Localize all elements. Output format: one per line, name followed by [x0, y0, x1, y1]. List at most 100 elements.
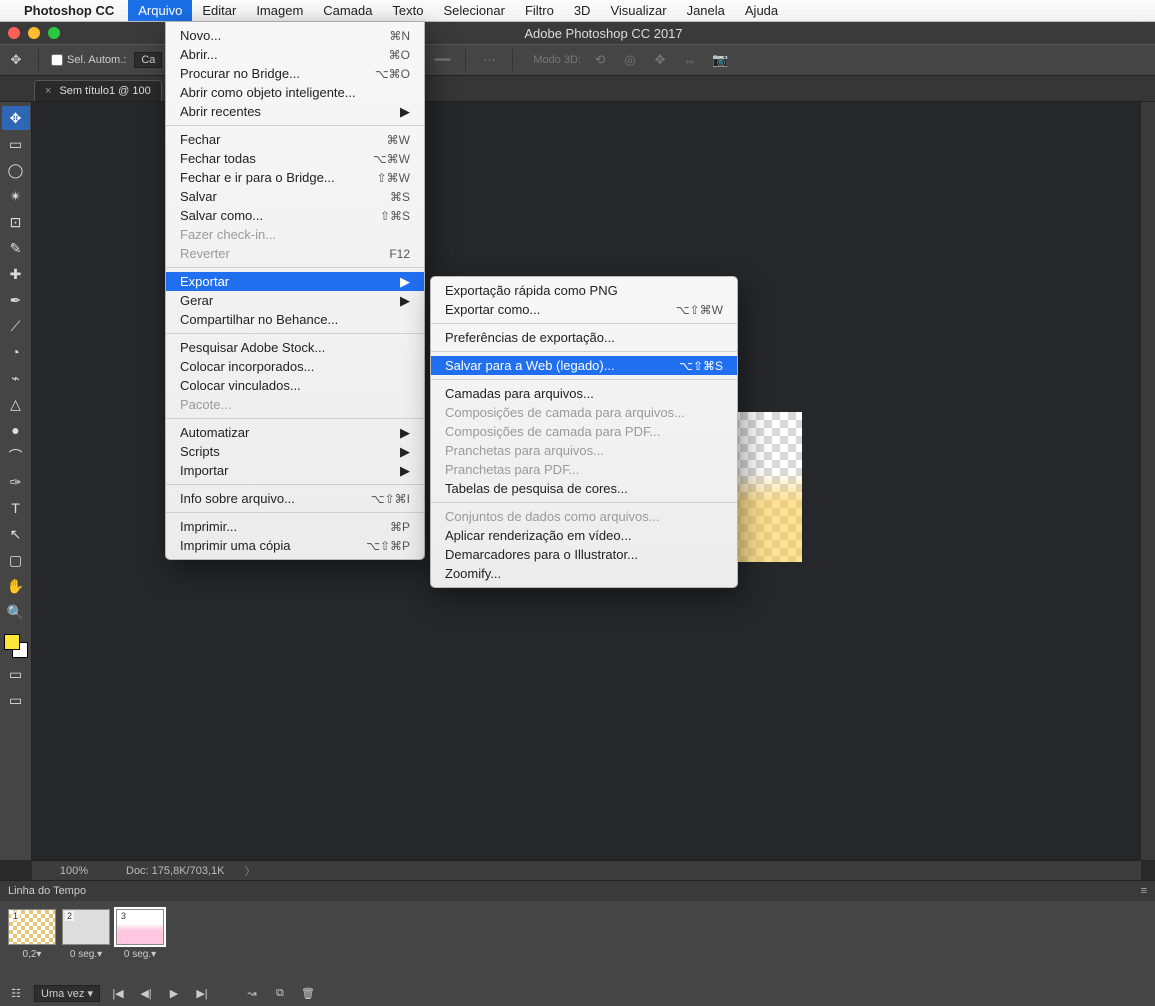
tween-button[interactable]: ↝ [242, 987, 262, 1000]
menu-item[interactable]: Novo...⌘N [166, 26, 424, 45]
menubar-item-selecionar[interactable]: Selecionar [434, 0, 515, 21]
tool-2[interactable]: ◯ [2, 158, 30, 182]
menu-item[interactable]: Imprimir uma cópia⌥⇧⌘P [166, 536, 424, 555]
menu-item[interactable]: Abrir como objeto inteligente... [166, 83, 424, 102]
color-swatches[interactable] [2, 632, 30, 660]
minimize-window-icon[interactable] [28, 27, 40, 39]
duplicate-frame-button[interactable]: ⧉ [270, 987, 290, 1000]
play-button[interactable]: ▶ [164, 987, 184, 1000]
menubar-item-editar[interactable]: Editar [192, 0, 246, 21]
menu-item[interactable]: Compartilhar no Behance... [166, 310, 424, 329]
menu-item[interactable]: Exportação rápida como PNG [431, 281, 737, 300]
tool-0[interactable]: ✥ [2, 106, 30, 130]
frame-delay[interactable]: 0 seg.▾ [116, 949, 164, 960]
prev-frame-button[interactable]: ◀| [136, 987, 156, 1000]
close-window-icon[interactable] [8, 27, 20, 39]
3d-slide-icon[interactable]: ⇔ [679, 49, 701, 71]
tool-3[interactable]: ✴ [2, 184, 30, 208]
next-frame-button[interactable]: ▶| [192, 987, 212, 1000]
loop-select[interactable]: Uma vez ▾ [34, 985, 100, 1002]
tool-16[interactable]: ↖ [2, 522, 30, 546]
menubar-item-janela[interactable]: Janela [677, 0, 735, 21]
zoom-level[interactable]: 100% [42, 865, 106, 877]
tool-5[interactable]: ✎ [2, 236, 30, 260]
app-name[interactable]: Photoshop CC [24, 3, 114, 18]
tool-17[interactable]: ▢ [2, 548, 30, 572]
tool-7[interactable]: ✒ [2, 288, 30, 312]
tool-6[interactable]: ✚ [2, 262, 30, 286]
tool-14[interactable]: ✑ [2, 470, 30, 494]
menu-item[interactable]: Importar▶ [166, 461, 424, 480]
menu-item[interactable]: Salvar como...⇧⌘S [166, 206, 424, 225]
menu-item[interactable]: Procurar no Bridge...⌥⌘O [166, 64, 424, 83]
menu-item[interactable]: Scripts▶ [166, 442, 424, 461]
menu-item[interactable]: Colocar incorporados... [166, 357, 424, 376]
timeline-frame[interactable]: 10,2▾ [8, 909, 56, 960]
menu-item[interactable]: Aplicar renderização em vídeo... [431, 526, 737, 545]
menubar-item-filtro[interactable]: Filtro [515, 0, 564, 21]
tool-12[interactable]: ● [2, 418, 30, 442]
menu-item[interactable]: Exportar▶ [166, 272, 424, 291]
menu-item[interactable]: Exportar como...⌥⇧⌘W [431, 300, 737, 319]
tool-13[interactable]: ⌒ [2, 444, 30, 468]
menubar-item-visualizar[interactable]: Visualizar [600, 0, 676, 21]
tool-11[interactable]: △ [2, 392, 30, 416]
menu-item[interactable]: Zoomify... [431, 564, 737, 583]
menubar-item-camada[interactable]: Camada [313, 0, 382, 21]
timeline-convert-icon[interactable]: ☷ [6, 987, 26, 1000]
timeline-frame[interactable]: 30 seg.▾ [116, 909, 164, 960]
first-frame-button[interactable]: |◀ [108, 987, 128, 1000]
menu-item[interactable]: Demarcadores para o Illustrator... [431, 545, 737, 564]
doc-size[interactable]: Doc: 175,8K/703,1K [126, 865, 224, 877]
tool-10[interactable]: ⌁ [2, 366, 30, 390]
tool-15[interactable]: T [2, 496, 30, 520]
status-caret-icon[interactable]: 〉 [244, 863, 255, 879]
align-more-icon[interactable]: ⋯ [478, 49, 500, 71]
close-tab-icon[interactable]: × [45, 85, 51, 97]
tool-9[interactable]: ◔ [2, 340, 30, 364]
menu-item[interactable]: Preferências de exportação... [431, 328, 737, 347]
menu-item[interactable]: Fechar todas⌥⌘W [166, 149, 424, 168]
frame-delay[interactable]: 0,2▾ [8, 949, 56, 960]
auto-select-checkbox[interactable]: Sel. Autom.: [51, 54, 126, 66]
panel-menu-icon[interactable]: ≡ [1141, 885, 1147, 897]
tool-8[interactable]: ⟋ [2, 314, 30, 338]
timeline-frame[interactable]: 20 seg.▾ [62, 909, 110, 960]
menu-item[interactable]: Gerar▶ [166, 291, 424, 310]
menubar-item-3d[interactable]: 3D [564, 0, 601, 21]
menu-item[interactable]: Colocar vinculados... [166, 376, 424, 395]
quick-mask-icon[interactable]: ▭ [2, 662, 30, 686]
menu-item[interactable]: Fechar e ir para o Bridge...⇧⌘W [166, 168, 424, 187]
right-panel-gutter[interactable] [1141, 102, 1155, 860]
menubar-item-ajuda[interactable]: Ajuda [735, 0, 788, 21]
foreground-color[interactable] [4, 634, 20, 650]
3d-camera-icon[interactable]: 📷 [709, 49, 731, 71]
3d-roll-icon[interactable]: ◎ [619, 49, 641, 71]
menu-item[interactable]: Fechar⌘W [166, 130, 424, 149]
document-tab[interactable]: × Sem título1 @ 100 [34, 80, 162, 101]
3d-pan-icon[interactable]: ✥ [649, 49, 671, 71]
menubar-item-texto[interactable]: Texto [382, 0, 433, 21]
3d-orbit-icon[interactable]: ⟲ [589, 49, 611, 71]
menu-item[interactable]: Salvar para a Web (legado)...⌥⇧⌘S [431, 356, 737, 375]
tool-4[interactable]: ⊡ [2, 210, 30, 234]
menu-item[interactable]: Abrir...⌘O [166, 45, 424, 64]
screen-mode-icon[interactable]: ▭ [2, 688, 30, 712]
menu-item[interactable]: Pesquisar Adobe Stock... [166, 338, 424, 357]
menu-item[interactable]: Abrir recentes▶ [166, 102, 424, 121]
menu-item[interactable]: Info sobre arquivo...⌥⇧⌘I [166, 489, 424, 508]
menu-item[interactable]: Tabelas de pesquisa de cores... [431, 479, 737, 498]
delete-frame-button[interactable]: 🗑 [298, 987, 318, 1000]
zoom-window-icon[interactable] [48, 27, 60, 39]
menu-item[interactable]: Imprimir...⌘P [166, 517, 424, 536]
menu-item[interactable]: Camadas para arquivos... [431, 384, 737, 403]
menubar-item-imagem[interactable]: Imagem [246, 0, 313, 21]
auto-select-target[interactable]: Ca [134, 52, 162, 68]
frame-delay[interactable]: 0 seg.▾ [62, 949, 110, 960]
tool-18[interactable]: ✋ [2, 574, 30, 598]
menubar-item-arquivo[interactable]: Arquivo [128, 0, 192, 21]
menu-item[interactable]: Salvar⌘S [166, 187, 424, 206]
tool-1[interactable]: ▭ [2, 132, 30, 156]
tool-19[interactable]: 🔍 [2, 600, 30, 624]
distribute-v-icon[interactable]: ━━ [431, 49, 453, 71]
